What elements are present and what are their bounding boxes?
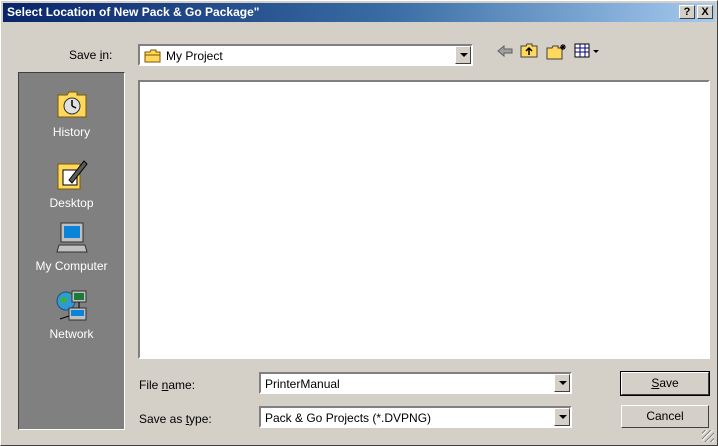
file-name-value: PrinterManual: [265, 377, 340, 391]
place-label: My Computer: [35, 259, 108, 273]
save-type-label: Save as type:: [139, 412, 212, 426]
place-history[interactable]: History: [19, 87, 124, 139]
save-dialog: Select Location of New Pack & Go Package…: [0, 0, 718, 446]
cancel-button[interactable]: Cancel: [621, 405, 709, 428]
title-bar: Select Location of New Pack & Go Package…: [3, 3, 715, 22]
file-name-label: File name:: [139, 378, 196, 392]
file-list[interactable]: [138, 80, 710, 359]
up-folder-icon[interactable]: [520, 43, 540, 59]
my-computer-icon: [55, 222, 88, 253]
folder-icon: [144, 49, 161, 63]
file-name-input[interactable]: PrinterManual: [259, 372, 572, 394]
back-arrow-icon[interactable]: [496, 43, 514, 59]
help-button[interactable]: ?: [679, 5, 695, 19]
save-in-drop-button[interactable]: [455, 46, 471, 64]
desktop-icon: [57, 160, 88, 190]
place-label: Desktop: [49, 196, 94, 210]
save-in-value: My Project: [166, 49, 223, 63]
place-label: Network: [49, 327, 94, 341]
place-label: History: [52, 125, 91, 139]
save-type-value: Pack & Go Projects (*.DVPNG): [265, 411, 432, 425]
network-icon: [56, 290, 86, 321]
history-icon: [57, 91, 86, 118]
save-in-label: Save in:: [69, 48, 113, 62]
place-network[interactable]: Network: [19, 289, 124, 341]
save-button[interactable]: Save: [620, 371, 710, 396]
resize-grip[interactable]: [702, 430, 714, 442]
close-button[interactable]: X: [697, 5, 713, 19]
place-my-computer[interactable]: My Computer: [19, 221, 124, 273]
save-type-dropdown[interactable]: Pack & Go Projects (*.DVPNG): [259, 406, 572, 428]
file-name-drop-button[interactable]: [554, 374, 570, 392]
new-folder-icon[interactable]: [546, 43, 568, 61]
places-bar: History Desktop My Computer Network: [18, 72, 125, 430]
place-desktop[interactable]: Desktop: [19, 158, 124, 210]
window-title: Select Location of New Pack & Go Package…: [7, 5, 260, 19]
save-in-dropdown[interactable]: My Project: [138, 44, 473, 66]
save-type-drop-button[interactable]: [554, 408, 570, 426]
view-menu-icon[interactable]: [574, 43, 604, 59]
